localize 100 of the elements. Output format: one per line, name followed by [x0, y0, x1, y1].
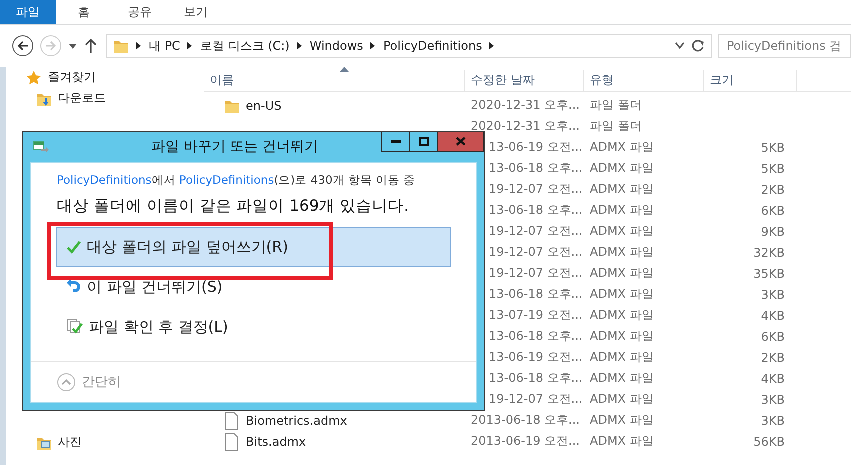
- file-name[interactable]: Biometrics.admx: [246, 414, 348, 428]
- chevron-icon: [135, 41, 143, 51]
- size-cell-text: 5KB: [760, 162, 786, 176]
- sidebar-item[interactable]: 즐겨찾기: [26, 67, 204, 88]
- date-cell-text: 19-12-07 오전...: [488, 265, 584, 282]
- ribbon-tab[interactable]: 홈: [56, 0, 112, 24]
- folder-link[interactable]: PolicyDefinitions: [179, 173, 274, 187]
- column-header[interactable]: 크기: [704, 70, 797, 91]
- breadcrumb[interactable]: Windows: [310, 39, 364, 53]
- date-cell-text: 2013-06-18 오후...: [470, 412, 581, 429]
- close-button[interactable]: [438, 132, 484, 152]
- chevron-icon: [488, 41, 496, 51]
- file-name[interactable]: Bits.admx: [246, 434, 306, 448]
- date-cell-text: 19-12-07 오전...: [488, 181, 584, 198]
- size-cell-text: 3KB: [760, 392, 786, 406]
- size-cell-text: 6KB: [760, 330, 786, 344]
- date-cell-text: 2013-06-19 오전...: [470, 433, 581, 450]
- conflict-message: 대상 폴더에 이름이 같은 파일이 169개 있습니다.: [56, 196, 410, 217]
- date-cell-text: 13-06-18 오후...: [488, 370, 584, 387]
- date-cell-text: 13-06-18 오후...: [488, 328, 584, 345]
- type-cell-text: ADMX 파일: [589, 370, 655, 387]
- type-cell-text: ADMX 파일: [589, 328, 655, 345]
- size-cell-text: 35KB: [752, 266, 786, 280]
- folder-link[interactable]: PolicyDefinitions: [57, 173, 152, 187]
- chevron-icon: [296, 41, 304, 51]
- caret-icon[interactable]: [68, 42, 78, 50]
- date-cell-text: 13-06-18 오후...: [488, 202, 584, 219]
- maximize-icon: [418, 137, 428, 146]
- date-cell-text: 13-06-19 오전...: [488, 139, 584, 156]
- type-cell-text: ADMX 파일: [589, 223, 655, 240]
- collapse-button[interactable]: 간단히: [57, 372, 121, 392]
- close-icon: [456, 137, 466, 146]
- size-cell-text: 6KB: [760, 204, 786, 218]
- size-cell-text: 2KB: [760, 182, 786, 196]
- folder-icon: [113, 38, 129, 54]
- sidebar-item[interactable]: 사진: [26, 432, 204, 453]
- window-title: 파일 바꾸기 또는 건너뛰기: [150, 138, 320, 156]
- ribbon-tab[interactable]: 파일: [0, 0, 56, 24]
- type-cell-text: ADMX 파일: [589, 412, 655, 429]
- sort-caret-icon: [340, 67, 349, 72]
- type-cell-text: ADMX 파일: [589, 160, 655, 177]
- back-icon[interactable]: [12, 35, 34, 57]
- dropdown-icon[interactable]: [675, 42, 685, 50]
- date-cell-text: 13-06-19 오전...: [488, 349, 584, 366]
- type-cell-text: ADMX 파일: [589, 139, 655, 156]
- chevron-icon: [369, 41, 378, 51]
- progress-message: PolicyDefinitions에서 PolicyDefinitions(으)로 430개 항목 이동 중: [56, 172, 417, 188]
- type-cell-text: 파일 폴더: [589, 97, 643, 114]
- date-cell-text: 13-07-19 오전...: [488, 307, 584, 324]
- type-cell-text: ADMX 파일: [589, 244, 655, 261]
- ribbon-tab[interactable]: 공유: [112, 0, 168, 24]
- file-check-icon: [67, 319, 83, 335]
- type-cell-text: ADMX 파일: [589, 391, 655, 408]
- date-cell-text: 13-06-18 오후...: [488, 160, 584, 177]
- minimize-icon: [390, 140, 400, 144]
- transfer-icon: [33, 140, 49, 154]
- size-cell-text: 3KB: [760, 414, 786, 428]
- type-cell-text: ADMX 파일: [589, 202, 655, 219]
- file-icon: [224, 432, 240, 450]
- search-field[interactable]: PolicyDefinitions 검: [718, 34, 851, 58]
- size-cell-text: 3KB: [760, 288, 786, 302]
- minimize-button[interactable]: [382, 132, 410, 152]
- checkmark-icon: [67, 240, 81, 254]
- type-cell-text: ADMX 파일: [589, 286, 655, 303]
- size-cell-text: 32KB: [752, 246, 786, 260]
- type-cell-text: ADMX 파일: [589, 433, 655, 450]
- size-cell-text: 56KB: [752, 434, 786, 448]
- date-cell-text: 2020-12-31 오후...: [470, 97, 581, 114]
- chevron-icon: [186, 41, 194, 51]
- curved-arrow-icon: [67, 279, 81, 295]
- option-button[interactable]: 대상 폴더의 파일 덮어쓰기(R): [56, 227, 451, 267]
- up-icon[interactable]: [84, 38, 98, 54]
- column-header[interactable]: 유형: [584, 70, 704, 91]
- type-cell-text: ADMX 파일: [589, 265, 655, 282]
- size-cell-text: 9KB: [760, 224, 786, 238]
- type-cell-text: ADMX 파일: [589, 181, 655, 198]
- file-name[interactable]: en-US: [246, 98, 282, 112]
- type-cell-text: ADMX 파일: [589, 307, 655, 324]
- file-icon: [224, 412, 240, 430]
- date-cell-text: 19-12-07 오전...: [488, 391, 584, 408]
- sidebar-item[interactable]: 다운로드: [26, 88, 204, 109]
- column-header[interactable]: 수정한 날짜: [465, 70, 584, 91]
- date-cell-text: 2020-12-31 오후...: [470, 118, 581, 135]
- date-cell-text: 13-06-18 오후...: [488, 286, 584, 303]
- type-cell-text: ADMX 파일: [589, 349, 655, 366]
- size-cell-text: 2KB: [760, 350, 786, 364]
- refresh-icon[interactable]: [691, 39, 705, 53]
- breadcrumb[interactable]: 내 PC: [149, 38, 180, 54]
- address-bar[interactable]: 내 PC 로컬 디스크 (C:) Windows PolicyDefinitions: [106, 34, 712, 58]
- option-button[interactable]: 파일 확인 후 결정(L): [56, 307, 451, 347]
- date-cell-text: 19-12-07 오전...: [488, 223, 584, 240]
- option-button[interactable]: 이 파일 건너뛰기(S): [56, 267, 451, 307]
- ribbon-tab[interactable]: 보기: [168, 0, 224, 24]
- chevron-up-icon: [57, 372, 76, 392]
- size-cell-text: 4KB: [760, 372, 786, 386]
- size-cell-text: 4KB: [760, 308, 786, 322]
- breadcrumb[interactable]: PolicyDefinitions: [383, 39, 482, 53]
- breadcrumb[interactable]: 로컬 디스크 (C:): [200, 38, 290, 54]
- date-cell-text: 19-12-07 오전...: [488, 244, 584, 261]
- type-cell-text: 파일 폴더: [589, 118, 643, 135]
